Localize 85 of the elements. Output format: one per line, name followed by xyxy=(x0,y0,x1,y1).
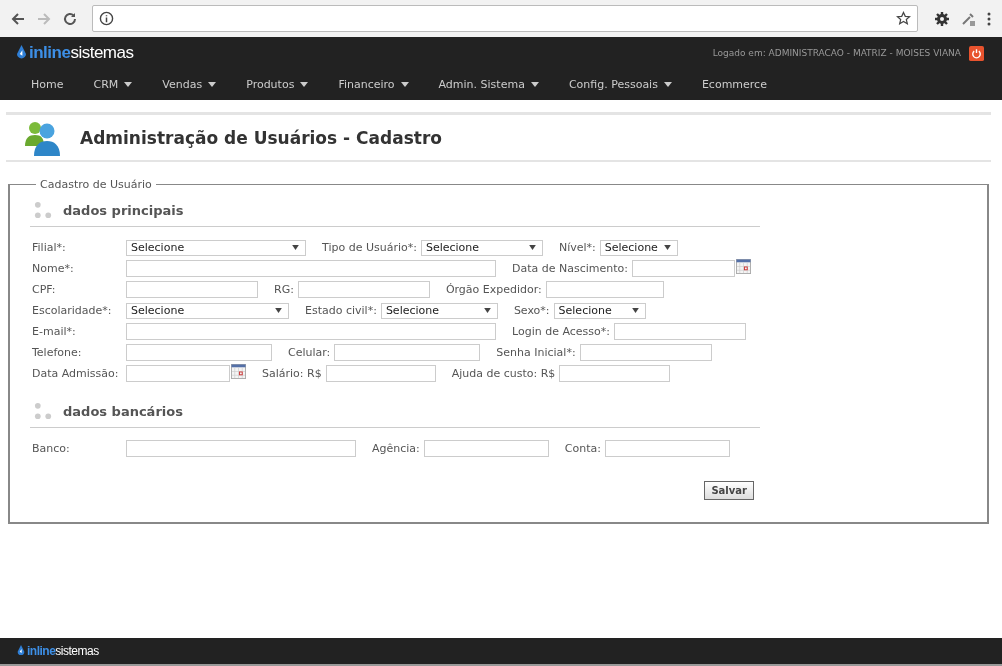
caret-icon[interactable] xyxy=(208,82,217,87)
nav-menu-item[interactable]: Financeiro xyxy=(338,78,409,91)
field-label: Sexo*: xyxy=(513,304,550,317)
caret-icon[interactable] xyxy=(663,245,671,250)
date-field[interactable] xyxy=(632,260,735,277)
field-label: Ajuda de custo: R$ xyxy=(451,367,556,380)
settings-icon[interactable] xyxy=(934,10,950,27)
power-icon[interactable] xyxy=(969,45,984,61)
text-field[interactable] xyxy=(325,365,436,382)
menu-icon[interactable] xyxy=(986,10,992,27)
field-label: Salário: R$ xyxy=(262,367,322,380)
star-icon[interactable] xyxy=(896,11,911,26)
footer-logo-text: inlinesistemas xyxy=(27,644,99,658)
date-field[interactable] xyxy=(126,365,230,382)
field-label: Banco: xyxy=(32,442,71,455)
section-title: dados principais xyxy=(63,203,184,218)
caret-icon[interactable] xyxy=(124,82,133,87)
nav-menu-item[interactable]: Config. Pessoais xyxy=(568,78,672,91)
field-label: Escolaridade*: xyxy=(32,304,113,317)
text-field[interactable] xyxy=(297,281,430,298)
select-field[interactable]: Selecione xyxy=(380,302,498,319)
field-label: Data Admissão: xyxy=(32,367,120,380)
caret-icon[interactable] xyxy=(528,245,536,250)
save-button[interactable]: Salvar xyxy=(704,481,754,500)
field-label: CPF: xyxy=(32,283,57,296)
text-field[interactable] xyxy=(604,440,730,457)
text-field[interactable] xyxy=(126,344,272,361)
page-title: Administração de Usuários - Cadastro xyxy=(80,127,442,148)
caret-icon[interactable] xyxy=(631,308,639,313)
field-label: Senha Inicial*: xyxy=(496,346,576,359)
select-field[interactable]: Selecione xyxy=(126,302,289,319)
field-label: Tipo de Usuário*: xyxy=(322,241,417,254)
back-icon[interactable] xyxy=(10,10,26,27)
field-label: Órgão Expedidor: xyxy=(445,283,542,296)
nav-menu-item[interactable]: Home xyxy=(31,78,64,91)
nav-menu-item[interactable]: Admin. Sistema xyxy=(438,78,539,91)
text-field[interactable] xyxy=(126,260,496,277)
nav-menu-item[interactable]: CRM xyxy=(93,78,133,91)
text-field[interactable] xyxy=(126,323,496,340)
field-label: Estado civil*: xyxy=(305,304,377,317)
section-title: dados bancários xyxy=(63,404,183,419)
logo-icon xyxy=(17,644,25,658)
calendar-icon[interactable] xyxy=(231,364,246,379)
text-field[interactable] xyxy=(579,344,712,361)
caret-icon[interactable] xyxy=(483,308,491,313)
field-label: E-mail*: xyxy=(32,325,77,338)
info-icon[interactable] xyxy=(99,11,114,26)
select-field[interactable]: Selecione xyxy=(126,239,306,256)
text-field[interactable] xyxy=(126,440,356,457)
nav-menu-item[interactable]: Vendas xyxy=(162,78,217,91)
caret-icon[interactable] xyxy=(300,82,309,87)
form-legend: Cadastro de Usuário xyxy=(36,178,156,191)
text-field[interactable] xyxy=(334,344,481,361)
field-label: Data de Nascimento: xyxy=(512,262,628,275)
select-field[interactable]: Selecione xyxy=(420,239,543,256)
field-label: Filial*: xyxy=(32,241,67,254)
text-field[interactable] xyxy=(545,281,664,298)
field-label: Conta: xyxy=(564,442,601,455)
nav-menu-item[interactable]: Produtos xyxy=(246,78,309,91)
caret-icon[interactable] xyxy=(400,82,409,87)
field-label: Telefone: xyxy=(32,346,83,359)
field-label: Celular: xyxy=(288,346,331,359)
field-label: Agência: xyxy=(372,442,420,455)
field-label: Nível*: xyxy=(558,241,596,254)
dots-icon xyxy=(34,402,53,421)
select-field[interactable]: Selecione xyxy=(553,302,646,319)
dots-icon xyxy=(34,201,53,220)
caret-icon[interactable] xyxy=(530,82,539,87)
caret-icon[interactable] xyxy=(275,308,282,313)
caret-icon[interactable] xyxy=(663,82,672,87)
text-field[interactable] xyxy=(126,281,258,298)
logo-text: inlinesistemas xyxy=(29,43,134,63)
logged-in-text: Logado em: ADMINISTRACAO - MATRIZ - MOISES VIANA xyxy=(712,48,961,58)
text-field[interactable] xyxy=(423,440,549,457)
nav-menu-item[interactable]: Ecommerce xyxy=(701,78,767,91)
field-label: Login de Acesso*: xyxy=(512,325,610,338)
calendar-icon[interactable] xyxy=(736,259,751,274)
text-field[interactable] xyxy=(559,365,671,382)
select-field[interactable]: Selecione xyxy=(599,239,678,256)
reload-icon[interactable] xyxy=(62,10,78,27)
eyedropper-icon[interactable] xyxy=(960,10,976,27)
field-label: Nome*: xyxy=(32,262,75,275)
text-field[interactable] xyxy=(613,323,746,340)
field-label: RG: xyxy=(274,283,294,296)
caret-icon[interactable] xyxy=(292,245,299,250)
